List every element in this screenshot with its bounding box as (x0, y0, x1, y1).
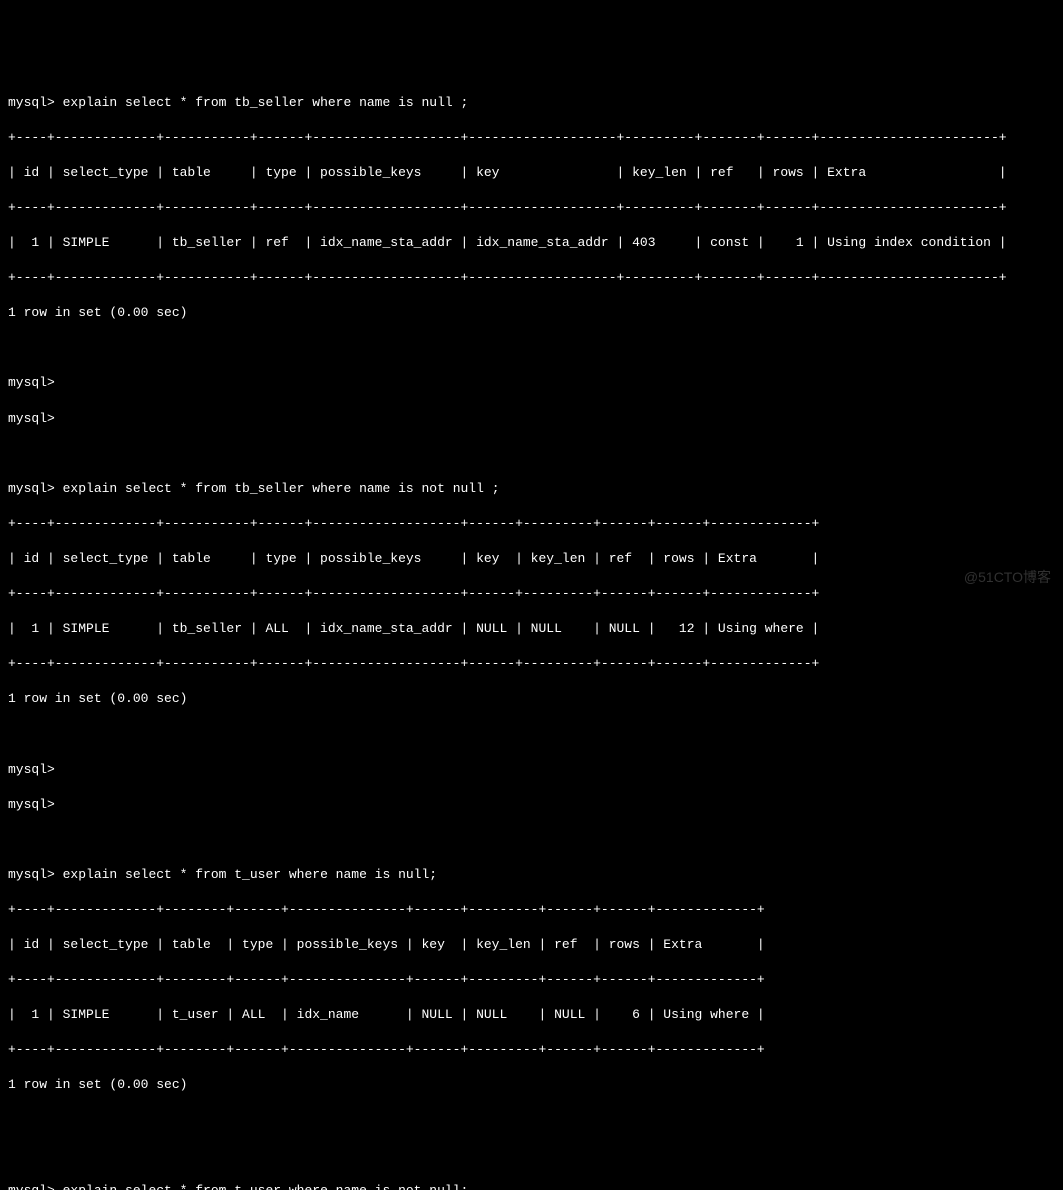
table-header: | id | select_type | table | type | poss… (8, 936, 1055, 954)
table-border: +----+-------------+--------+------+----… (8, 971, 1055, 989)
blank-line (8, 725, 1055, 743)
row-count-msg: 1 row in set (0.00 sec) (8, 304, 1055, 322)
row-count-msg: 1 row in set (0.00 sec) (8, 690, 1055, 708)
table-row: | 1 | SIMPLE | tb_seller | ref | idx_nam… (8, 234, 1055, 252)
row-count-msg: 1 row in set (0.00 sec) (8, 1076, 1055, 1094)
table-border: +----+-------------+-----------+------+-… (8, 515, 1055, 533)
table-border: +----+-------------+-----------+------+-… (8, 585, 1055, 603)
mysql-prompt: mysql> (8, 1183, 55, 1190)
sql-command: explain select * from t_user where name … (63, 867, 437, 882)
table-row: | 1 | SIMPLE | tb_seller | ALL | idx_nam… (8, 620, 1055, 638)
empty-prompt[interactable]: mysql> (8, 410, 1055, 428)
query-3-prompt[interactable]: mysql> explain select * from t_user wher… (8, 866, 1055, 884)
table-row: | 1 | SIMPLE | t_user | ALL | idx_name |… (8, 1006, 1055, 1024)
sql-command: explain select * from tb_seller where na… (63, 95, 469, 110)
mysql-prompt: mysql> (8, 481, 55, 496)
sql-command: explain select * from t_user where name … (63, 1183, 469, 1190)
table-border: +----+-------------+--------+------+----… (8, 901, 1055, 919)
empty-prompt[interactable]: mysql> (8, 796, 1055, 814)
table-border: +----+-------------+-----------+------+-… (8, 269, 1055, 287)
mysql-prompt: mysql> (8, 867, 55, 882)
query-2-prompt[interactable]: mysql> explain select * from tb_seller w… (8, 480, 1055, 498)
table-header: | id | select_type | table | type | poss… (8, 164, 1055, 182)
table-header: | id | select_type | table | type | poss… (8, 550, 1055, 568)
blank-line (8, 1111, 1055, 1129)
query-1-prompt[interactable]: mysql> explain select * from tb_seller w… (8, 94, 1055, 112)
empty-prompt[interactable]: mysql> (8, 761, 1055, 779)
table-border: +----+-------------+-----------+------+-… (8, 129, 1055, 147)
sql-command: explain select * from tb_seller where na… (63, 481, 500, 496)
table-border: +----+-------------+--------+------+----… (8, 1041, 1055, 1059)
mysql-prompt: mysql> (8, 95, 55, 110)
table-border: +----+-------------+-----------+------+-… (8, 655, 1055, 673)
empty-prompt[interactable]: mysql> (8, 374, 1055, 392)
query-4-prompt[interactable]: mysql> explain select * from t_user wher… (8, 1182, 1055, 1190)
blank-line (8, 339, 1055, 357)
table-border: +----+-------------+-----------+------+-… (8, 199, 1055, 217)
